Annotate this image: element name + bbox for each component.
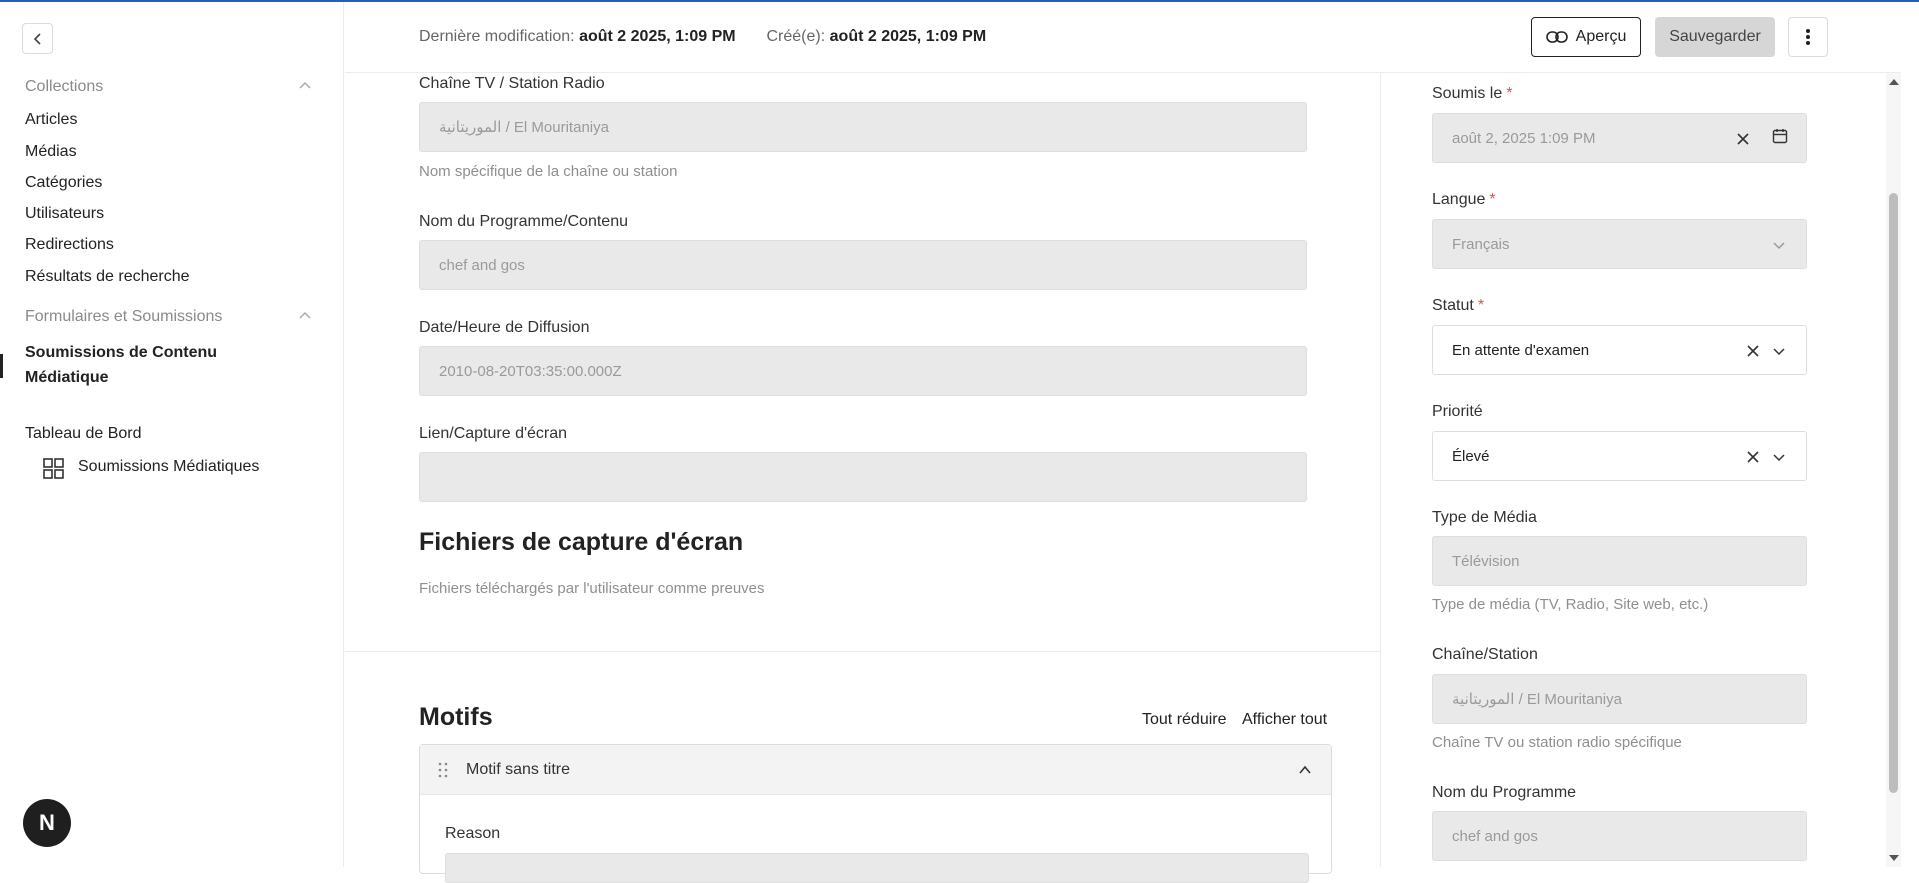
more-options-button[interactable] bbox=[1788, 17, 1828, 57]
chaine-help: Nom spécifique de la chaîne ou station bbox=[419, 163, 678, 180]
show-all-button[interactable]: Afficher tout bbox=[1242, 711, 1327, 729]
submitted-value: août 2, 2025 1:09 PM bbox=[1452, 129, 1596, 147]
created-value: août 2 2025, 1:09 PM bbox=[829, 28, 987, 45]
more-vertical-icon bbox=[1806, 29, 1810, 45]
preview-label: Aperçu bbox=[1575, 28, 1627, 45]
motif-row: Motif sans titre Reason bbox=[419, 744, 1332, 883]
avatar[interactable]: N bbox=[23, 799, 71, 847]
submitted-date-field[interactable]: août 2, 2025 1:09 PM bbox=[1432, 113, 1807, 163]
nav-group-formulaires[interactable]: Formulaires et Soumissions bbox=[25, 308, 222, 326]
chevron-left-icon bbox=[33, 32, 41, 45]
chevron-down-icon[interactable] bbox=[1772, 450, 1786, 464]
media-type-label: Type de Média bbox=[1432, 509, 1537, 526]
field-label-lien: Lien/Capture d'écran bbox=[419, 425, 568, 442]
document-header: Dernière modification: août 2 2025, 1:09… bbox=[345, 2, 1901, 73]
sidebar: Collections Articles Médias Catégories U… bbox=[0, 2, 344, 867]
preview-button[interactable]: Aperçu bbox=[1531, 17, 1641, 57]
channel-help: Chaîne TV ou station radio spécifique bbox=[1432, 734, 1682, 751]
collapse-all-button[interactable]: Tout réduire bbox=[1142, 711, 1227, 729]
media-type-help: Type de média (TV, Radio, Site web, etc.… bbox=[1432, 596, 1709, 613]
modified-value: août 2 2025, 1:09 PM bbox=[579, 28, 736, 45]
lien-field[interactable] bbox=[419, 452, 1307, 502]
created-label: Créé(e): bbox=[766, 28, 826, 45]
motifs-title: Motifs bbox=[419, 703, 493, 731]
main-form: Chaîne TV / Station Radio الموريتانية / … bbox=[345, 73, 1381, 883]
required-marker: * bbox=[1506, 85, 1513, 102]
chevron-up-icon[interactable] bbox=[298, 309, 312, 323]
language-value: Français bbox=[1452, 235, 1510, 253]
language-label-text: Langue bbox=[1432, 191, 1486, 208]
date-field[interactable]: 2010-08-20T03:35:00.000Z bbox=[419, 346, 1307, 396]
language-label: Langue * bbox=[1432, 191, 1496, 209]
nav-group-collections[interactable]: Collections bbox=[25, 78, 103, 96]
scrollbar[interactable] bbox=[1886, 73, 1901, 867]
scroll-down-arrow[interactable] bbox=[1889, 855, 1899, 861]
sidebar-item-utilisateurs[interactable]: Utilisateurs bbox=[25, 205, 104, 223]
back-button[interactable] bbox=[22, 23, 53, 54]
sidebar-fields-panel: Soumis le * août 2, 2025 1:09 PM Langue * … bbox=[1382, 73, 1885, 867]
channel-label: Chaîne/Station bbox=[1432, 646, 1538, 663]
program-field[interactable]: chef and gos bbox=[1432, 811, 1807, 861]
reason-label: Reason bbox=[445, 825, 501, 842]
motif-row-title: Motif sans titre bbox=[466, 761, 571, 778]
chevron-up-icon[interactable] bbox=[1298, 763, 1312, 777]
close-icon[interactable] bbox=[1746, 344, 1760, 358]
scrollbar-thumb[interactable] bbox=[1889, 193, 1898, 793]
save-button[interactable]: Sauvegarder bbox=[1655, 17, 1775, 57]
modified-label: Dernière modification: bbox=[419, 28, 575, 45]
grid-icon bbox=[43, 458, 64, 479]
chevron-down-icon[interactable] bbox=[1772, 344, 1786, 358]
close-icon[interactable] bbox=[1736, 132, 1750, 146]
channel-field[interactable]: الموريتانية / El Mouritaniya bbox=[1432, 674, 1807, 724]
chaine-field[interactable]: الموريتانية / El Mouritaniya bbox=[419, 102, 1307, 152]
sidebar-item-soumissions-mediatiques[interactable]: Soumissions Médiatiques bbox=[78, 458, 259, 476]
media-type-field[interactable]: Télévision bbox=[1432, 536, 1807, 586]
status-label: Statut * bbox=[1432, 297, 1484, 315]
calendar-icon[interactable] bbox=[1772, 128, 1788, 144]
screenshots-title: Fichiers de capture d'écran bbox=[419, 528, 744, 556]
chevron-down-icon[interactable] bbox=[1772, 238, 1786, 252]
submitted-label-text: Soumis le bbox=[1432, 85, 1503, 102]
document-meta: Dernière modification: août 2 2025, 1:09… bbox=[419, 28, 986, 46]
active-indicator bbox=[0, 354, 3, 378]
scroll-up-arrow[interactable] bbox=[1889, 79, 1899, 85]
required-marker: * bbox=[1489, 191, 1496, 208]
field-label-programme: Nom du Programme/Contenu bbox=[419, 213, 628, 230]
priority-value: Élevé bbox=[1452, 447, 1490, 465]
sidebar-item-soumissions-contenu[interactable]: Soumissions de Contenu Médiatique bbox=[25, 340, 255, 390]
sidebar-item-resultats-recherche[interactable]: Résultats de recherche bbox=[25, 268, 190, 286]
field-label-date: Date/Heure de Diffusion bbox=[419, 319, 590, 336]
field-label-chaine: Chaîne TV / Station Radio bbox=[419, 75, 605, 92]
programme-field[interactable]: chef and gos bbox=[419, 240, 1307, 290]
sidebar-item-articles[interactable]: Articles bbox=[25, 111, 77, 129]
submitted-label: Soumis le * bbox=[1432, 85, 1512, 103]
sidebar-item-categories[interactable]: Catégories bbox=[25, 174, 102, 192]
screenshots-desc: Fichiers téléchargés par l'utilisateur c… bbox=[419, 580, 765, 597]
motif-row-header[interactable]: Motif sans titre bbox=[420, 745, 1331, 795]
section-divider bbox=[345, 651, 1381, 652]
reason-field[interactable] bbox=[445, 853, 1309, 883]
chevron-up-icon[interactable] bbox=[298, 79, 312, 93]
program-label: Nom du Programme bbox=[1432, 784, 1577, 801]
language-select[interactable]: Français bbox=[1432, 219, 1807, 269]
link-icon bbox=[1545, 31, 1568, 43]
drag-handle-icon[interactable] bbox=[438, 762, 448, 778]
close-icon[interactable] bbox=[1746, 450, 1760, 464]
dashboard-title: Tableau de Bord bbox=[25, 425, 142, 442]
sidebar-item-redirections[interactable]: Redirections bbox=[25, 236, 114, 254]
status-value: En attente d'examen bbox=[1452, 341, 1590, 359]
priority-label: Priorité bbox=[1432, 403, 1483, 420]
required-marker: * bbox=[1477, 297, 1485, 314]
sidebar-item-medias[interactable]: Médias bbox=[25, 143, 77, 161]
status-label-text: Statut bbox=[1432, 297, 1474, 314]
